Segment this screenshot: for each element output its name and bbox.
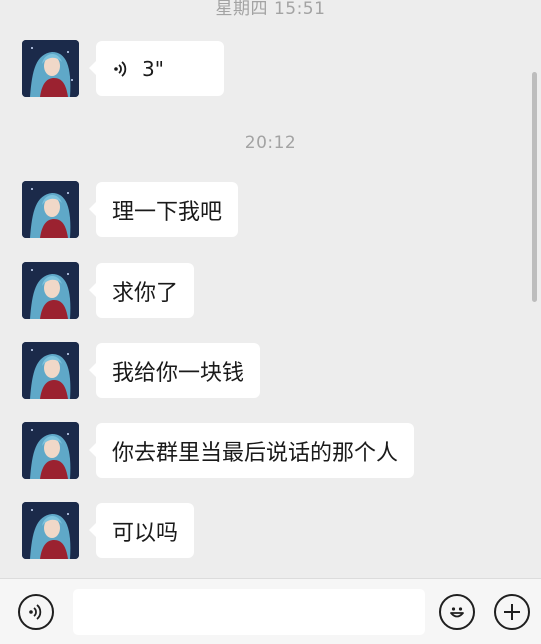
message-row: 理一下我吧 <box>22 181 239 238</box>
voice-wave-icon <box>112 59 132 79</box>
avatar[interactable] <box>22 262 79 319</box>
avatar[interactable] <box>22 422 79 479</box>
avatar[interactable] <box>22 342 79 399</box>
voice-icon <box>29 604 42 620</box>
chat-area[interactable]: 星期四 15:51 3" 20:12 理一下我吧 求你了 我给你一块钱 你去群里… <box>0 0 541 578</box>
timestamp-top: 星期四 15:51 <box>215 0 326 19</box>
message-text: 我给你一块钱 <box>112 360 245 386</box>
avatar[interactable] <box>22 502 79 559</box>
avatar[interactable] <box>22 40 79 97</box>
message-text: 可以吗 <box>112 520 179 546</box>
message-text: 你去群里当最后说话的那个人 <box>112 440 399 466</box>
message-bubble[interactable]: 理一下我吧 <box>88 182 239 237</box>
voice-toggle-button[interactable] <box>18 594 54 630</box>
message-bubble[interactable]: 可以吗 <box>88 503 195 558</box>
message-input[interactable] <box>73 589 425 635</box>
message-text: 求你了 <box>112 280 179 306</box>
voice-duration: 3" <box>142 56 164 81</box>
voice-message-row: 3" <box>22 40 224 97</box>
input-bar <box>0 578 541 644</box>
message-row: 求你了 <box>22 262 195 319</box>
message-text: 理一下我吧 <box>112 199 223 225</box>
scrollbar[interactable] <box>532 72 537 302</box>
plus-button[interactable] <box>494 594 530 630</box>
emoji-button[interactable] <box>439 594 475 630</box>
message-row: 我给你一块钱 <box>22 342 261 399</box>
message-bubble[interactable]: 你去群里当最后说话的那个人 <box>88 423 415 478</box>
message-row: 你去群里当最后说话的那个人 <box>22 422 415 479</box>
message-row: 可以吗 <box>22 502 195 559</box>
plus-icon <box>504 604 520 620</box>
message-bubble[interactable]: 求你了 <box>88 263 195 318</box>
avatar[interactable] <box>22 181 79 238</box>
message-bubble[interactable]: 我给你一块钱 <box>88 343 261 398</box>
voice-message-bubble[interactable]: 3" <box>89 41 224 96</box>
timestamp-mid: 20:12 <box>244 133 297 153</box>
emoji-icon <box>450 607 464 618</box>
